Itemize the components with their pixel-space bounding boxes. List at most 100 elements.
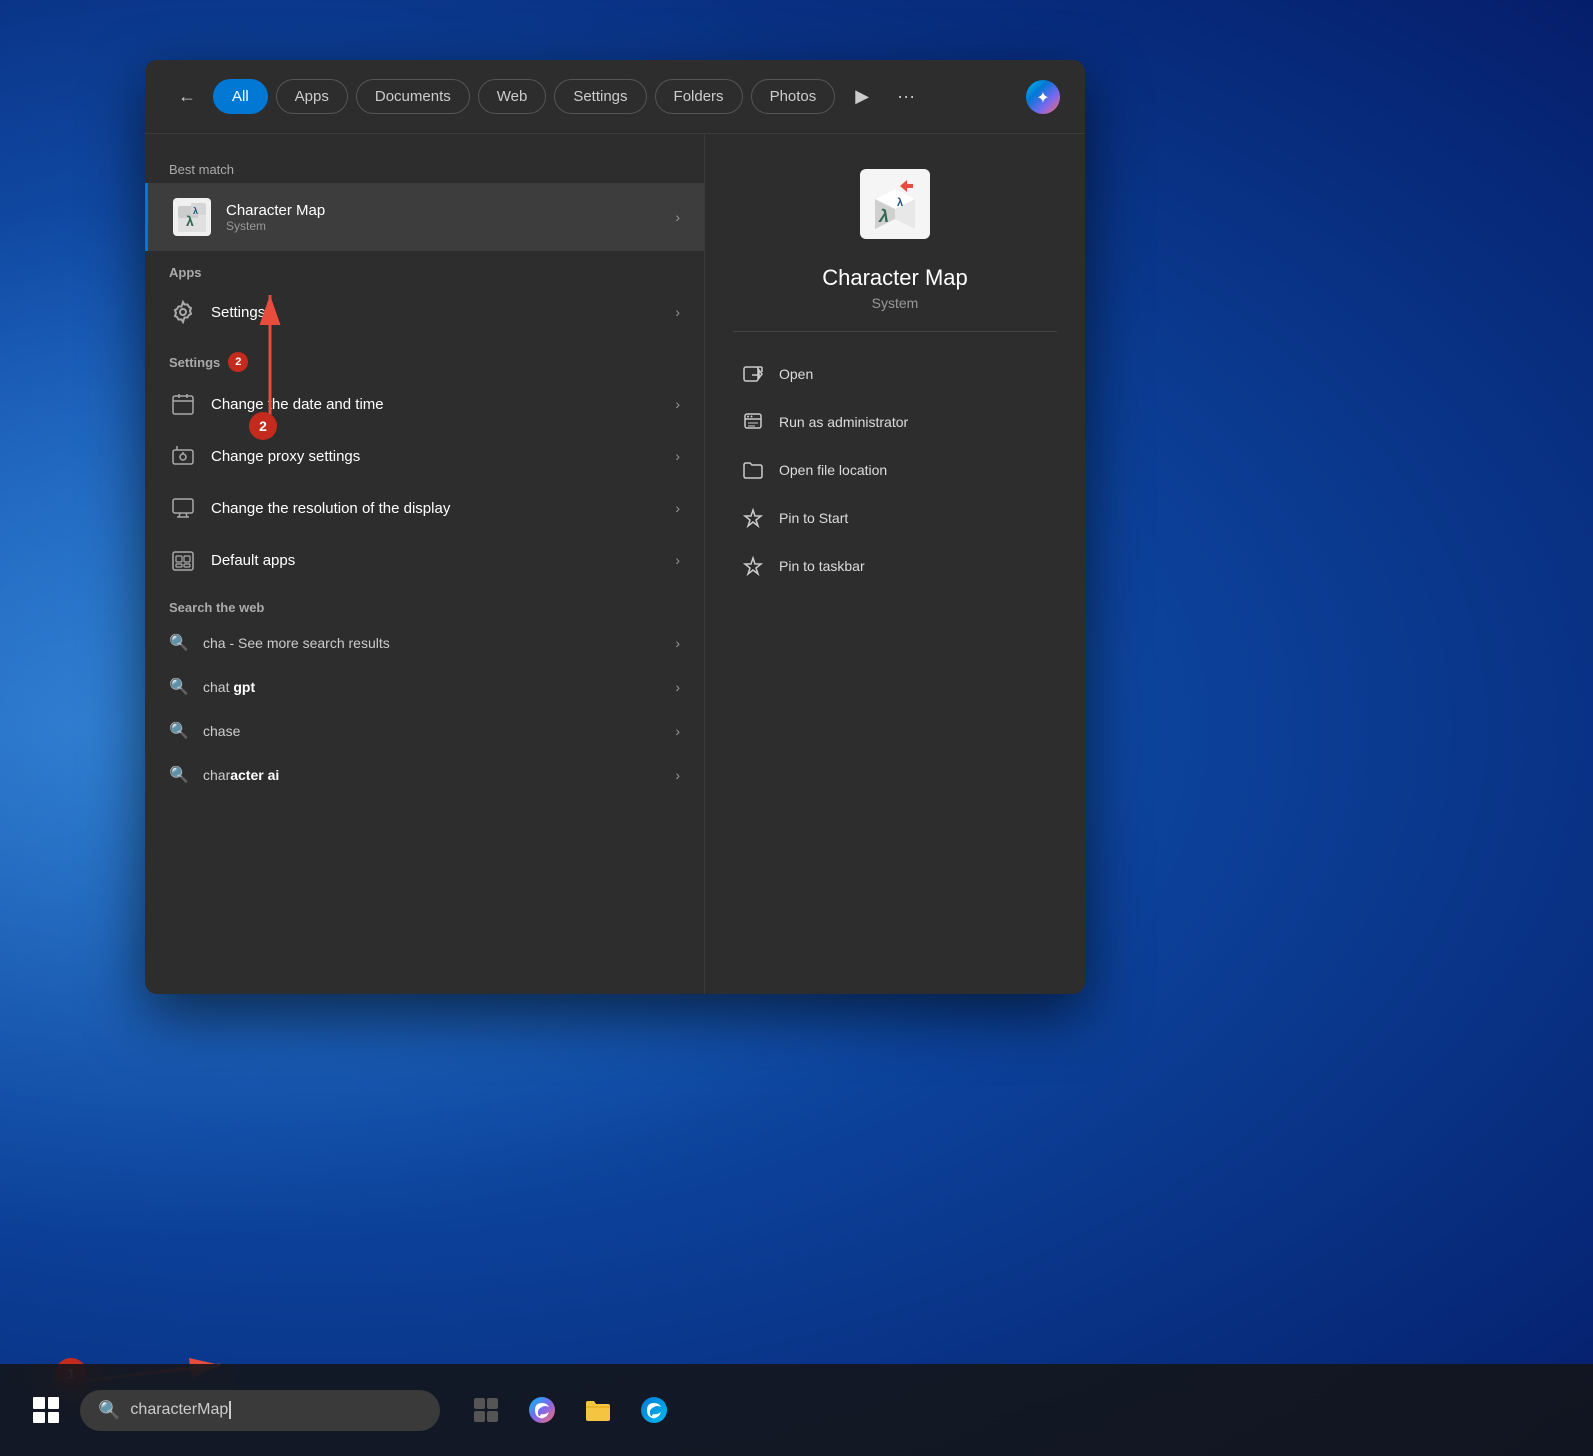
best-match-text: Character Map System bbox=[226, 202, 661, 233]
more-button[interactable]: ··· bbox=[889, 78, 923, 115]
taskbar-search-bar[interactable]: 🔍 characterMap bbox=[80, 1390, 440, 1431]
clock-icon bbox=[169, 390, 197, 418]
settings-badge: 2 bbox=[228, 352, 248, 372]
open-action-label: Open bbox=[779, 366, 813, 382]
divider bbox=[733, 331, 1057, 332]
best-match-sub: System bbox=[226, 219, 661, 233]
web-search-label: Search the web bbox=[145, 586, 704, 621]
web-search-cha[interactable]: 🔍 cha - See more search results › bbox=[145, 621, 704, 665]
filter-folders[interactable]: Folders bbox=[655, 79, 743, 114]
web-search-text-2: chat gpt bbox=[203, 679, 661, 695]
web-search-text-3: chase bbox=[203, 723, 661, 739]
date-time-text: Change the date and time bbox=[211, 396, 661, 413]
date-time-item[interactable]: Change the date and time › bbox=[145, 378, 704, 430]
right-panel: λ λ Character Map System bbox=[705, 134, 1085, 994]
windows-logo-icon bbox=[33, 1397, 59, 1423]
file-explorer-button[interactable] bbox=[576, 1388, 620, 1432]
resolution-item[interactable]: Change the resolution of the display › bbox=[145, 482, 704, 534]
web-search-icon-3: 🔍 bbox=[169, 721, 189, 741]
run-as-admin-action[interactable]: Run as administrator bbox=[733, 398, 1057, 446]
settings-app-item[interactable]: Settings › bbox=[145, 286, 704, 338]
play-button[interactable]: ▶ bbox=[847, 78, 877, 115]
date-time-chevron: › bbox=[675, 396, 680, 412]
back-button[interactable]: ← bbox=[169, 79, 205, 115]
display-icon bbox=[169, 494, 197, 522]
filter-all[interactable]: All bbox=[213, 79, 268, 114]
web-search-chatgpt[interactable]: 🔍 chat gpt › bbox=[145, 665, 704, 709]
svg-text:λ: λ bbox=[897, 197, 903, 209]
chevron-right-icon: › bbox=[675, 209, 680, 225]
detail-app-sub: System bbox=[872, 295, 919, 311]
filter-settings[interactable]: Settings bbox=[554, 79, 646, 114]
admin-icon bbox=[741, 410, 765, 434]
pin-taskbar-icon bbox=[741, 554, 765, 578]
apps-section-label: Apps bbox=[145, 251, 704, 286]
main-content: Best match λ λ C bbox=[145, 134, 1085, 994]
pin-to-start-action[interactable]: Pin to Start bbox=[733, 494, 1057, 542]
filter-photos[interactable]: Photos bbox=[751, 79, 836, 114]
file-location-label: Open file location bbox=[779, 462, 887, 478]
proxy-item[interactable]: Change proxy settings › bbox=[145, 430, 704, 482]
svg-text:✦: ✦ bbox=[1036, 90, 1049, 107]
pin-start-label: Pin to Start bbox=[779, 510, 848, 526]
folder-icon bbox=[741, 458, 765, 482]
default-apps-chevron: › bbox=[675, 552, 680, 568]
microsoft-edge-button[interactable] bbox=[520, 1388, 564, 1432]
proxy-chevron: › bbox=[675, 448, 680, 464]
settings-section-label: Settings bbox=[169, 355, 220, 370]
svg-text:λ: λ bbox=[878, 206, 889, 226]
default-apps-text: Default apps bbox=[211, 552, 661, 569]
character-map-icon-small: λ λ bbox=[172, 197, 212, 237]
settings-section-header: Settings 2 bbox=[145, 338, 704, 378]
web-search-chase[interactable]: 🔍 chase › bbox=[145, 709, 704, 753]
search-panel: ← All Apps Documents Web Settings Folder… bbox=[145, 60, 1085, 994]
desktop: ← All Apps Documents Web Settings Folder… bbox=[0, 0, 1593, 1456]
svg-text:λ: λ bbox=[193, 206, 198, 216]
pin-to-taskbar-action[interactable]: Pin to taskbar bbox=[733, 542, 1057, 590]
web-search-character-ai[interactable]: 🔍 character ai › bbox=[145, 753, 704, 797]
open-action[interactable]: Open bbox=[733, 350, 1057, 398]
filter-bar: ← All Apps Documents Web Settings Folder… bbox=[145, 60, 1085, 134]
taskbar: 🔍 characterMap bbox=[0, 1364, 1593, 1456]
proxy-name: Change proxy settings bbox=[211, 448, 661, 465]
settings-chevron-icon: › bbox=[675, 304, 680, 320]
copilot-icon[interactable]: ✦ bbox=[1025, 79, 1061, 115]
detail-app-name: Character Map bbox=[822, 265, 968, 291]
default-apps-name: Default apps bbox=[211, 552, 661, 569]
annotation-badge-2: 2 bbox=[249, 412, 277, 440]
date-time-name: Change the date and time bbox=[211, 396, 661, 413]
best-match-label: Best match bbox=[145, 154, 704, 183]
filter-apps[interactable]: Apps bbox=[276, 79, 348, 114]
settings-gear-icon bbox=[169, 298, 197, 326]
taskbar-icons bbox=[464, 1388, 676, 1432]
best-match-item[interactable]: λ λ Character Map System › bbox=[145, 183, 704, 251]
character-map-detail-icon: λ λ bbox=[855, 164, 935, 249]
filter-web[interactable]: Web bbox=[478, 79, 547, 114]
web-character-ai-chevron: › bbox=[675, 767, 680, 783]
open-file-location-action[interactable]: Open file location bbox=[733, 446, 1057, 494]
filter-documents[interactable]: Documents bbox=[356, 79, 470, 114]
default-apps-item[interactable]: Default apps › bbox=[145, 534, 704, 586]
task-view-button[interactable] bbox=[464, 1388, 508, 1432]
action-list: Open Ru bbox=[733, 350, 1057, 590]
web-search-icon-4: 🔍 bbox=[169, 765, 189, 785]
start-button[interactable] bbox=[20, 1384, 72, 1436]
best-match-name: Character Map bbox=[226, 202, 661, 219]
pin-start-icon bbox=[741, 506, 765, 530]
proxy-text: Change proxy settings bbox=[211, 448, 661, 465]
web-cha-chevron: › bbox=[675, 635, 680, 651]
resolution-name: Change the resolution of the display bbox=[211, 500, 661, 517]
resolution-chevron: › bbox=[675, 500, 680, 516]
settings-app-text: Settings bbox=[211, 304, 661, 321]
edge-browser-button[interactable] bbox=[632, 1388, 676, 1432]
web-chase-chevron: › bbox=[675, 723, 680, 739]
open-icon bbox=[741, 362, 765, 386]
web-search-icon-1: 🔍 bbox=[169, 633, 189, 653]
web-search-text-4: character ai bbox=[203, 767, 661, 783]
taskbar-search-text: characterMap bbox=[130, 1401, 422, 1419]
web-search-text-1: cha - See more search results bbox=[203, 635, 661, 651]
taskbar-search-icon: 🔍 bbox=[98, 1400, 120, 1421]
web-search-icon-2: 🔍 bbox=[169, 677, 189, 697]
resolution-text: Change the resolution of the display bbox=[211, 500, 661, 517]
web-chatgpt-chevron: › bbox=[675, 679, 680, 695]
